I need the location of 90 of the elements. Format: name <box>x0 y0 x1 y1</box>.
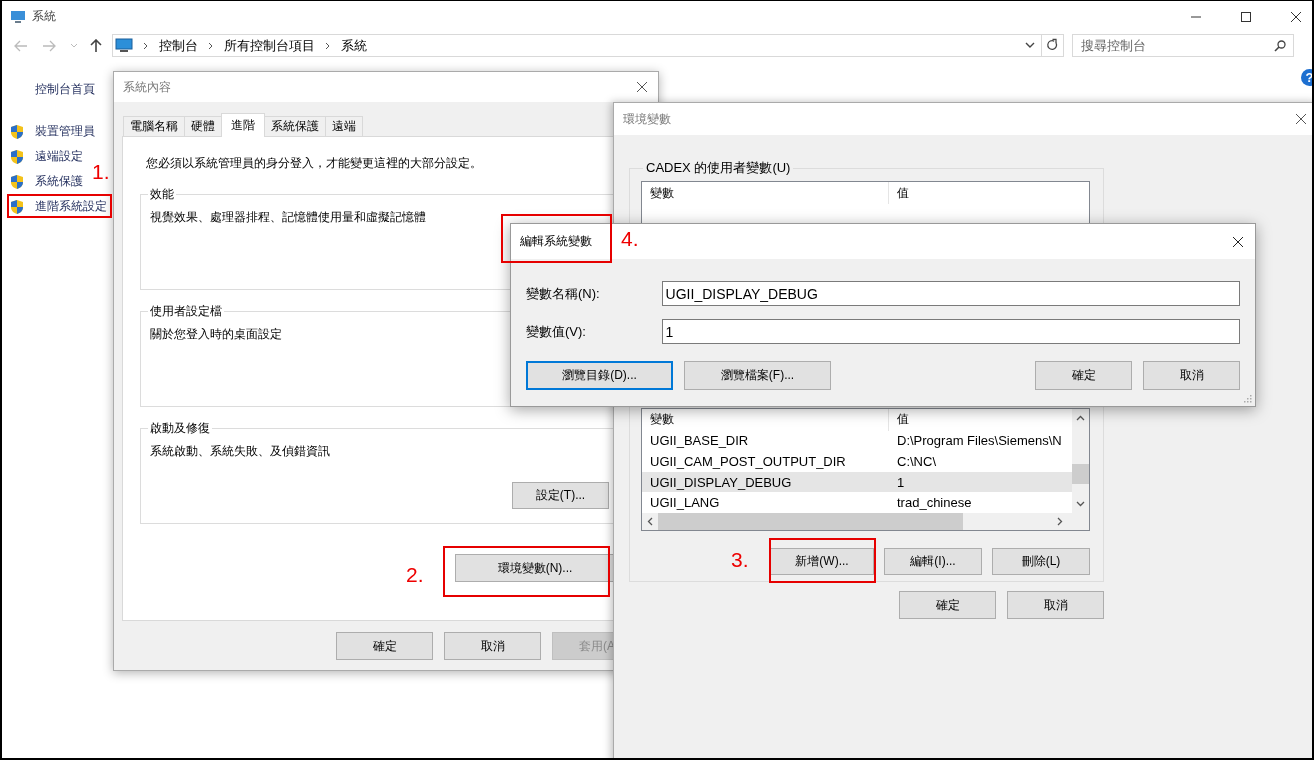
close-icon[interactable] <box>636 81 648 93</box>
computer-icon <box>115 37 133 54</box>
dialog-title: 編輯系統變數 <box>520 233 592 250</box>
shield-icon <box>10 123 24 140</box>
refresh-icon[interactable] <box>1042 34 1064 57</box>
sidebar-link[interactable]: 控制台首頁 <box>35 81 95 98</box>
step-number: 1. <box>92 161 110 182</box>
chevron-right-icon <box>143 41 149 50</box>
input-field[interactable]: 1 <box>661 319 1240 344</box>
scroll-thumb[interactable] <box>658 513 963 530</box>
group-description: 系統啟動、系統失敗、及偵錯資訊 <box>150 443 330 460</box>
step-number: 2. <box>406 564 424 585</box>
dialog-button[interactable]: 取消 <box>1143 361 1240 390</box>
scroll-left-icon[interactable] <box>647 517 653 526</box>
table-cell-text: D:\Program Files\Siemens\N <box>896 433 1063 449</box>
group-description: 視覺效果、處理器排程、記憶體使用量和虛擬記憶體 <box>150 209 426 226</box>
table-cell-text: UGII_DISPLAY_DEBUG <box>649 474 793 490</box>
chevron-down-icon[interactable] <box>1025 42 1035 49</box>
column-header[interactable]: 值 <box>889 182 909 204</box>
help-button[interactable]: ? <box>1301 69 1312 86</box>
table-cell-text: 1 <box>896 474 906 490</box>
notice-text: 您必須以系統管理員的身分登入，才能變更這裡的大部分設定。 <box>146 155 482 172</box>
table-action-button[interactable]: 刪除(L) <box>992 548 1090 575</box>
horizontal-scrollbar[interactable] <box>642 513 1089 530</box>
scroll-thumb[interactable] <box>1072 464 1089 484</box>
table-row[interactable]: UGII_DISPLAY_DEBUG 1 <box>642 471 1072 493</box>
group-title: 使用者設定檔 <box>149 303 223 320</box>
close-icon[interactable] <box>1232 235 1244 248</box>
browse-button[interactable]: 瀏覽檔案(F)... <box>684 361 831 390</box>
group-description: 關於您登入時的桌面設定 <box>150 326 282 343</box>
step-number: 3. <box>731 549 749 570</box>
dialog-button[interactable]: 確定 <box>336 632 433 660</box>
close-icon[interactable] <box>1290 10 1302 23</box>
resize-grip-icon[interactable] <box>1243 394 1252 403</box>
field-label: 變數名稱(N): <box>526 284 601 303</box>
dialog-title: 環境變數 <box>623 110 671 128</box>
table-cell-text: UGII_BASE_DIR <box>649 433 750 449</box>
tab[interactable]: 進階 <box>221 113 265 137</box>
search-field[interactable]: 搜尋控制台 <box>1072 34 1294 57</box>
column-header[interactable]: 變數 <box>642 182 889 204</box>
table-cell-text: UGII_LANG <box>649 495 721 511</box>
sidebar-item[interactable]: 遠端設定 <box>8 144 83 169</box>
dialog-button[interactable]: 取消 <box>1007 591 1104 619</box>
scroll-up-icon[interactable] <box>1076 415 1085 421</box>
breadcrumb[interactable]: 系統 <box>341 36 367 55</box>
shield-icon <box>10 173 24 190</box>
group-title: 效能 <box>149 186 175 203</box>
table-cell-text: trad_chinese <box>896 495 973 511</box>
sidebar-item[interactable]: 系統保護 <box>8 169 83 194</box>
dialog-title: 系統內容 <box>123 78 171 96</box>
field-label: 變數值(V): <box>526 322 587 341</box>
address-bar[interactable]: 控制台 所有控制台項目 系統 <box>112 34 1042 57</box>
breadcrumb[interactable]: 所有控制台項目 <box>224 36 315 55</box>
group-title: CADEX 的使用者變數(U) <box>645 159 792 177</box>
scroll-down-icon[interactable] <box>1076 501 1085 507</box>
column-header[interactable]: 變數 <box>642 409 889 431</box>
table-row[interactable]: UGII_BASE_DIR D:\Program Files\Siemens\N <box>642 430 1072 452</box>
scroll-right-icon[interactable] <box>1057 517 1063 526</box>
input-field[interactable]: UGII_DISPLAY_DEBUG <box>661 281 1240 306</box>
vertical-scrollbar[interactable] <box>1072 409 1089 513</box>
chevron-right-icon <box>325 41 331 50</box>
chevron-right-icon <box>208 41 214 50</box>
tab[interactable]: 電腦名稱 <box>123 116 185 136</box>
step-number: 4. <box>621 228 639 249</box>
shield-icon <box>10 148 24 165</box>
search-icon <box>1274 40 1286 52</box>
settings-button[interactable]: 設定(T)... <box>512 482 609 509</box>
dialog-button[interactable]: 確定 <box>1035 361 1132 390</box>
sidebar-item[interactable]: 進階系統設定 <box>8 194 107 219</box>
tab[interactable]: 遠端 <box>325 116 363 136</box>
table-action-button[interactable]: 新增(W)... <box>770 548 874 575</box>
table-action-button[interactable]: 編輯(I)... <box>884 548 982 575</box>
maximize-icon[interactable] <box>1240 10 1252 23</box>
close-icon[interactable] <box>1295 113 1307 125</box>
table-row[interactable]: UGII_CAM_POST_OUTPUT_DIR C:\NC\ <box>642 451 1072 472</box>
table-cell-text: UGII_CAM_POST_OUTPUT_DIR <box>649 454 847 469</box>
dialog-button[interactable]: 確定 <box>899 591 996 619</box>
window-title: 系統 <box>32 8 56 25</box>
sidebar-item[interactable]: 裝置管理員 <box>8 119 95 144</box>
shield-icon <box>10 198 24 215</box>
up-arrow-icon[interactable] <box>90 38 102 53</box>
column-header[interactable]: 值 <box>889 409 909 431</box>
dialog-button[interactable]: 取消 <box>444 632 541 660</box>
table-row[interactable]: UGII_LANG trad_chinese <box>642 492 1072 513</box>
browse-button[interactable]: 瀏覽目錄(D)... <box>526 361 673 390</box>
table-cell-text: C:\NC\ <box>896 454 937 469</box>
breadcrumb[interactable]: 控制台 <box>159 36 198 55</box>
group-title: 啟動及修復 <box>149 420 211 437</box>
computer-icon <box>10 9 26 24</box>
environment-variables-button[interactable]: 環境變數(N)... <box>455 554 615 582</box>
